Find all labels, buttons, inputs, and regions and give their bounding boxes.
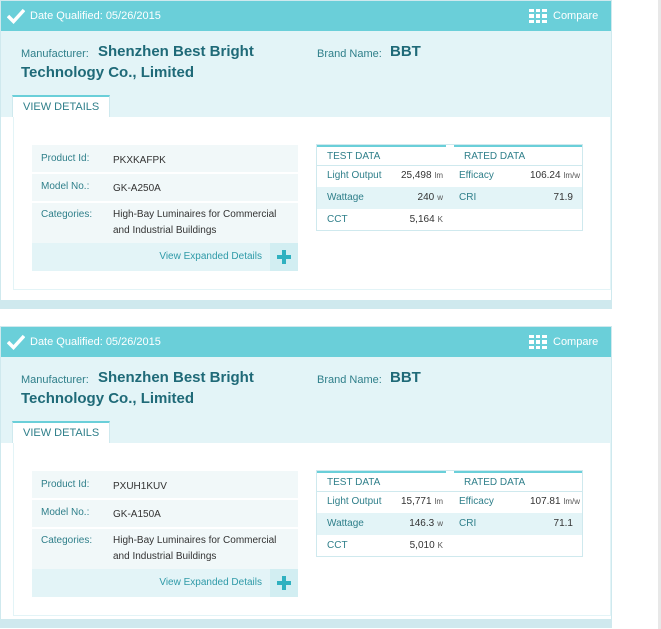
- categories-row: Categories: High-Bay Luminaires for Comm…: [32, 203, 298, 241]
- product-id-value: PKXKAFPK: [113, 155, 166, 166]
- cri-value: 71.9: [553, 192, 573, 203]
- view-expanded-details[interactable]: View Expanded Details: [32, 243, 298, 271]
- performance-data-table: TEST DATA RATED DATA Light Output 15,771…: [316, 470, 583, 557]
- plus-icon[interactable]: [270, 569, 298, 597]
- tab-view-details[interactable]: VIEW DETAILS: [12, 421, 111, 443]
- light-output-value: 25,498 lm: [400, 170, 443, 181]
- efficacy-value: 106.24 lm/w: [529, 170, 580, 181]
- wattage-value: 240 w: [417, 192, 443, 203]
- card-header: Date Qualified: 05/26/2015 Compare: [1, 327, 611, 357]
- wattage-label: Wattage: [327, 518, 364, 529]
- rated-data-header: RATED DATA: [464, 477, 526, 488]
- cct-label: CCT: [327, 214, 348, 225]
- plus-icon[interactable]: [270, 243, 298, 271]
- manufacturer-name: Shenzhen Best Bright Technology Co., Lim…: [21, 43, 254, 81]
- card-footer-strip: [1, 300, 611, 308]
- check-icon: [7, 334, 25, 350]
- light-output-value: 15,771 lm: [400, 496, 443, 507]
- data-row: CCT 5,164 K: [317, 209, 582, 231]
- model-no-label: Model No.:: [41, 181, 90, 192]
- efficacy-label: Efficacy: [459, 170, 494, 181]
- cct-value: 5,010 K: [409, 540, 443, 551]
- categories-value: High-Bay Luminaires for Commercial and I…: [113, 209, 277, 236]
- data-row: Wattage 240 w CRI 71.9: [317, 187, 582, 209]
- model-no-row: Model No.: GK-A250A: [32, 174, 298, 201]
- product-info-table: Product Id: PXUH1KUV Model No.: GK-A150A…: [32, 471, 298, 597]
- compare-link[interactable]: Compare: [553, 10, 598, 22]
- check-icon: [7, 8, 25, 24]
- light-output-label: Light Output: [327, 170, 382, 181]
- wattage-value: 146.3 w: [409, 518, 443, 529]
- card-header: Date Qualified: 05/26/2015 Compare: [1, 1, 611, 31]
- model-no-value: GK-A150A: [113, 509, 161, 520]
- product-info-table: Product Id: PKXKAFPK Model No.: GK-A250A…: [32, 145, 298, 271]
- product-id-value: PXUH1KUV: [113, 481, 167, 492]
- data-row: Wattage 146.3 w CRI 71.1: [317, 513, 582, 535]
- test-data-header: TEST DATA: [327, 151, 381, 162]
- product-card: Date Qualified: 05/26/2015 Compare Manuf…: [0, 0, 612, 309]
- tab-view-details[interactable]: VIEW DETAILS: [12, 95, 111, 117]
- view-expanded-details[interactable]: View Expanded Details: [32, 569, 298, 597]
- wattage-label: Wattage: [327, 192, 364, 203]
- categories-label: Categories:: [41, 535, 93, 546]
- card-footer-strip: [1, 619, 611, 627]
- product-id-label: Product Id:: [41, 479, 90, 490]
- date-qualified: Date Qualified: 05/26/2015: [30, 10, 161, 22]
- brand-name-label: Brand Name:: [317, 374, 382, 386]
- model-no-label: Model No.:: [41, 507, 90, 518]
- date-qualified: Date Qualified: 05/26/2015: [30, 336, 161, 348]
- product-card: Date Qualified: 05/26/2015 Compare Manuf…: [0, 326, 612, 628]
- brand-name: BBT: [390, 369, 421, 386]
- product-id-row: Product Id: PKXKAFPK: [32, 145, 298, 172]
- cct-value: 5,164 K: [409, 214, 443, 225]
- test-data-header: TEST DATA: [327, 477, 381, 488]
- cri-label: CRI: [459, 192, 477, 203]
- model-no-row: Model No.: GK-A150A: [32, 500, 298, 527]
- cri-label: CRI: [459, 518, 477, 529]
- brand-name: BBT: [390, 43, 421, 60]
- product-id-label: Product Id:: [41, 153, 90, 164]
- categories-label: Categories:: [41, 209, 93, 220]
- compare-grid-icon[interactable]: [529, 335, 547, 349]
- cri-value: 71.1: [553, 518, 573, 529]
- view-expanded-details-link[interactable]: View Expanded Details: [159, 577, 262, 588]
- brand-name-label: Brand Name:: [317, 48, 382, 60]
- compare-grid-icon[interactable]: [529, 9, 547, 23]
- manufacturer-section: Manufacturer: Shenzhen Best Bright Techn…: [1, 31, 611, 117]
- rated-data-header: RATED DATA: [464, 151, 526, 162]
- categories-value: High-Bay Luminaires for Commercial and I…: [113, 535, 277, 562]
- cct-label: CCT: [327, 540, 348, 551]
- model-no-value: GK-A250A: [113, 183, 161, 194]
- manufacturer-section: Manufacturer: Shenzhen Best Bright Techn…: [1, 357, 611, 443]
- efficacy-label: Efficacy: [459, 496, 494, 507]
- data-row: Light Output 25,498 lm Efficacy 106.24 lm/…: [317, 165, 582, 187]
- light-output-label: Light Output: [327, 496, 382, 507]
- performance-data-table: TEST DATA RATED DATA Light Output 25,498…: [316, 144, 583, 231]
- manufacturer-name: Shenzhen Best Bright Technology Co., Lim…: [21, 369, 254, 407]
- product-id-row: Product Id: PXUH1KUV: [32, 471, 298, 498]
- compare-link[interactable]: Compare: [553, 336, 598, 348]
- categories-row: Categories: High-Bay Luminaires for Comm…: [32, 529, 298, 567]
- data-row: CCT 5,010 K: [317, 535, 582, 557]
- view-expanded-details-link[interactable]: View Expanded Details: [159, 251, 262, 262]
- efficacy-value: 107.81 lm/w: [529, 496, 580, 507]
- data-row: Light Output 15,771 lm Efficacy 107.81 lm/…: [317, 491, 582, 513]
